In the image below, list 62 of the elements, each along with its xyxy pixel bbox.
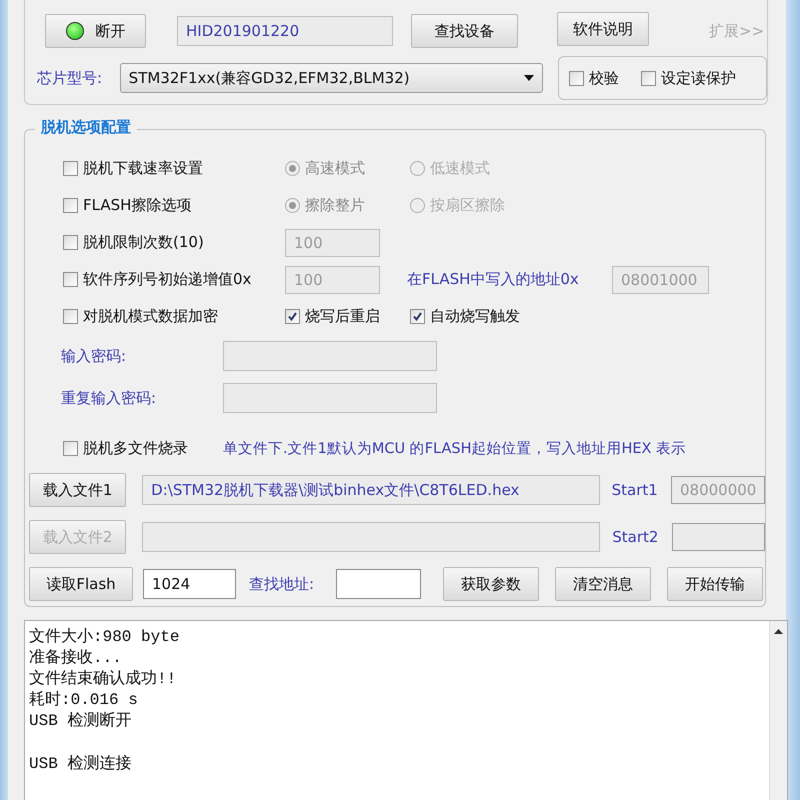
find-address-label: 查找地址: <box>249 574 316 594</box>
password-label: 重复输入密码: <box>61 388 158 408</box>
radio-button[interactable] <box>285 161 300 176</box>
checkbox-label: 脱机下载速率设置 <box>83 159 203 178</box>
checkbox-label: 设定读保护 <box>661 68 736 88</box>
file-path-field[interactable] <box>142 522 600 552</box>
start-label: Start2 <box>612 528 660 546</box>
read-flash-button[interactable]: 读取Flash <box>29 567 133 601</box>
device-id-field[interactable]: HID201901220 <box>177 16 393 46</box>
log-line: USB 检测连接 <box>29 754 132 775</box>
checkbox-label: 校验 <box>589 68 620 88</box>
checkbox-label: 脱机多文件烧录 <box>83 438 188 458</box>
log-line: 文件结束确认成功!! <box>29 669 178 690</box>
checkbox[interactable] <box>63 235 78 250</box>
password-label: 输入密码: <box>61 346 128 366</box>
group-title: 脱机选项配置 <box>35 118 137 137</box>
action-button[interactable]: 获取参数 <box>443 567 539 601</box>
dropdown-caret-icon <box>524 75 534 81</box>
radio-label: 低速模式 <box>430 159 490 178</box>
chip-model-label: 芯片型号: <box>37 68 104 88</box>
checkbox[interactable] <box>63 309 78 324</box>
log-line: 耗时:0.016 s <box>29 690 139 711</box>
action-button[interactable]: 开始传输 <box>667 567 763 601</box>
checkbox-label: 软件序列号初始递增值0x <box>83 270 252 289</box>
start-address-field[interactable] <box>672 523 765 551</box>
checkbox[interactable] <box>641 70 656 86</box>
radio-button[interactable] <box>285 198 300 213</box>
find-device-button[interactable]: 查找设备 <box>411 14 518 48</box>
checkbox-label: 自动烧写触发 <box>430 307 520 326</box>
checkbox[interactable] <box>569 70 584 86</box>
radio-button[interactable] <box>410 161 425 176</box>
checkbox[interactable] <box>410 309 425 324</box>
checkbox[interactable] <box>285 309 300 324</box>
log-line: USB 检测断开 <box>29 711 132 732</box>
help-button[interactable]: 软件说明 <box>557 12 649 46</box>
hint-text: 单文件下.文件1默认为MCU 的FLASH起始位置，写入地址用HEX 表示 <box>223 440 686 458</box>
checkbox[interactable] <box>63 198 78 213</box>
password-field[interactable] <box>223 341 437 371</box>
address-label: 在FLASH中写入的地址0x <box>407 270 580 289</box>
checkbox[interactable] <box>63 161 78 176</box>
file-path-field[interactable]: D:\STM32脱机下载器\测试binhex文件\C8T6LED.hex <box>142 475 600 505</box>
checkbox-label: FLASH擦除选项 <box>83 196 192 215</box>
scroll-up-icon[interactable] <box>774 629 783 634</box>
address-field[interactable] <box>336 569 421 599</box>
chip-model-dropdown[interactable]: STM32F1xx(兼容GD32,EFM32,BLM32) <box>120 63 544 93</box>
connect-button[interactable]: 断开 <box>45 14 146 48</box>
action-button[interactable]: 清空消息 <box>555 567 651 601</box>
log-line: 准备接收... <box>29 648 123 669</box>
radio-button[interactable] <box>410 198 425 213</box>
log-line: 文件大小:980 byte <box>29 627 180 648</box>
password-field[interactable] <box>223 383 437 413</box>
radio-label: 擦除整片 <box>305 196 365 215</box>
start-label: Start1 <box>612 481 659 499</box>
checkbox-label: 烧写后重启 <box>305 307 380 326</box>
checkbox-label: 对脱机模式数据加密 <box>83 307 218 326</box>
radio-label: 按扇区擦除 <box>430 196 505 215</box>
checkbox-label: 脱机限制次数(10) <box>83 233 204 252</box>
radio-label: 高速模式 <box>305 159 365 178</box>
load-file-button[interactable]: 载入文件1 <box>29 473 126 507</box>
checkbox[interactable] <box>63 272 78 287</box>
checkbox[interactable] <box>63 440 78 456</box>
size-field[interactable]: 1024 <box>143 569 236 599</box>
